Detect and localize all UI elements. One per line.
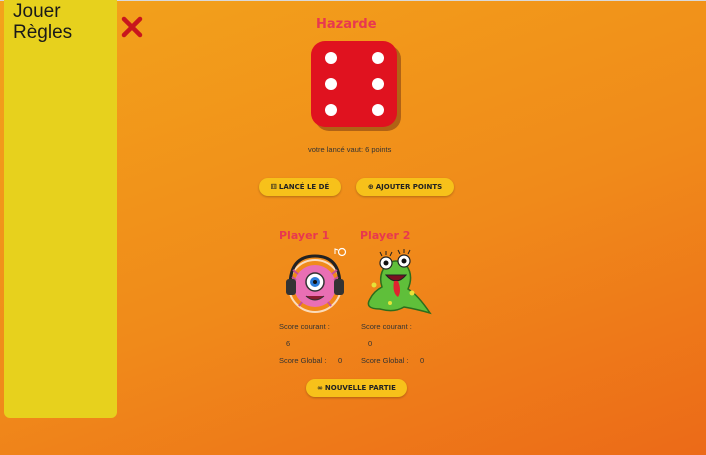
- player-1-current-label: Score courant :: [279, 322, 330, 331]
- player-2-global-label: Score Global :: [361, 356, 409, 365]
- player-1-name: Player 1: [279, 229, 330, 242]
- menu-item-regles[interactable]: Règles: [13, 22, 72, 44]
- add-points-button[interactable]: ⊕ AJOUTER POINTS: [356, 178, 454, 196]
- infinity-icon: ∞: [317, 384, 323, 392]
- player-1-current-score: 6: [286, 339, 291, 348]
- dice-icon: ⚅: [270, 183, 277, 191]
- menu-item-jouer[interactable]: Jouer: [13, 1, 61, 23]
- new-game-button[interactable]: ∞ NOUVELLE PARTIE: [306, 379, 407, 397]
- player-1-global-score: 0: [338, 356, 343, 365]
- roll-result-text: votre lancé vaut: 6 points: [308, 145, 392, 154]
- game-title: Hazarde: [316, 17, 377, 32]
- player-2-global-score: 0: [420, 356, 425, 365]
- player-1-global-label: Score Global :: [279, 356, 327, 365]
- player-2-current-score: 0: [368, 339, 373, 348]
- player-2-avatar-icon: [360, 247, 432, 317]
- plus-circle-icon: ⊕: [367, 183, 374, 191]
- roll-dice-button[interactable]: ⚅ LANCÉ LE DÉ: [259, 178, 341, 196]
- close-icon[interactable]: [118, 13, 146, 41]
- player-1-avatar-icon: [282, 246, 352, 316]
- player-2-current-label: Score courant :: [361, 322, 412, 331]
- dice-six-icon: [311, 41, 401, 131]
- player-2-name: Player 2: [360, 229, 411, 242]
- sidebar-menu: Jouer Règles: [4, 0, 117, 418]
